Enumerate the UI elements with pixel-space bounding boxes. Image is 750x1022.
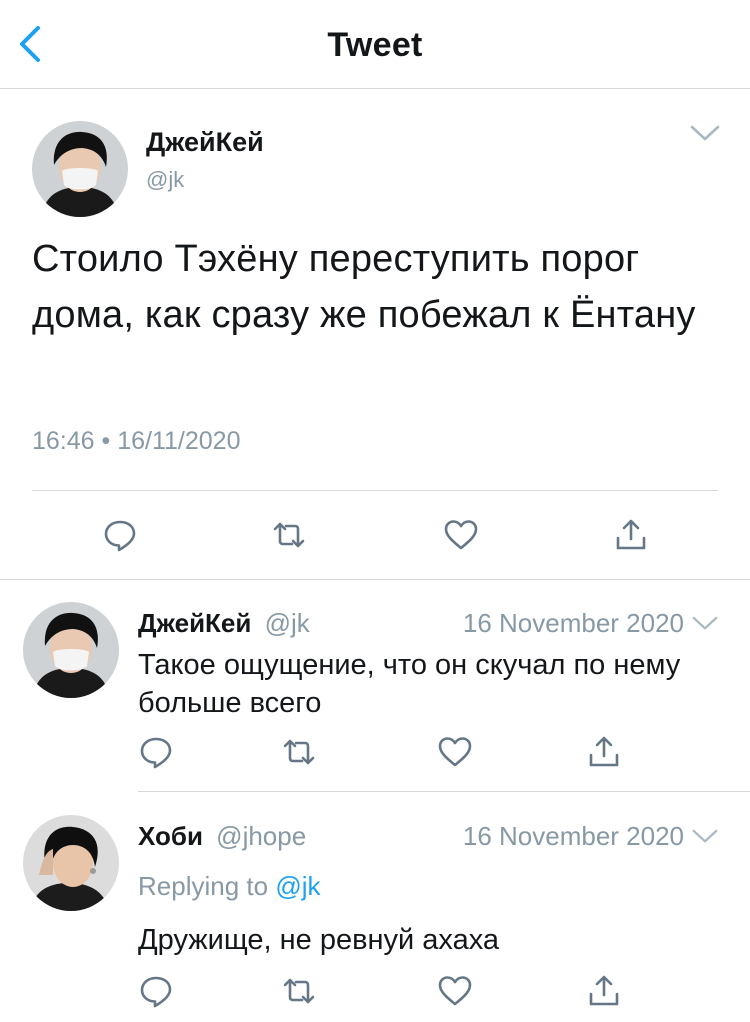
- reply-tweet[interactable]: ДжейКей @jk 16 November 2020 Такое ощуще…: [0, 580, 750, 792]
- reply-text: Такое ощущение, что он скучал по нему бо…: [138, 649, 681, 719]
- author-handle: @jhope: [216, 821, 307, 851]
- author-name[interactable]: Хоби: [138, 821, 203, 851]
- like-icon[interactable]: [443, 517, 479, 553]
- navigation-bar: Tweet: [0, 0, 750, 89]
- page-title: Tweet: [327, 26, 423, 64]
- divider: [138, 791, 750, 792]
- share-icon[interactable]: [586, 734, 622, 770]
- reply-icon[interactable]: [138, 734, 174, 770]
- divider: [32, 490, 718, 491]
- avatar[interactable]: [23, 602, 119, 698]
- author-name[interactable]: ДжейКей: [138, 608, 251, 638]
- author-handle: @jk: [146, 167, 185, 192]
- retweet-icon[interactable]: [281, 734, 317, 770]
- share-icon[interactable]: [613, 517, 649, 553]
- retweet-icon[interactable]: [281, 973, 317, 1009]
- reply-text: Дружище, не ревнуй ахаха: [138, 924, 500, 956]
- reply-date: 16 November 2020: [462, 608, 684, 638]
- chevron-down-icon[interactable]: [690, 611, 720, 637]
- chevron-down-icon[interactable]: [688, 119, 722, 149]
- reply-date: 16 November 2020: [462, 821, 684, 851]
- replying-to: Replying to @jk: [138, 871, 320, 902]
- reply-icon[interactable]: [102, 517, 138, 553]
- chevron-down-icon[interactable]: [690, 824, 720, 850]
- tweet-text: Стоило Тэхёну переступить порог дома, ка…: [32, 238, 696, 336]
- retweet-icon[interactable]: [271, 517, 307, 553]
- like-icon[interactable]: [437, 973, 473, 1009]
- replying-prefix: Replying to: [138, 871, 269, 901]
- reply-icon[interactable]: [138, 973, 174, 1009]
- avatar[interactable]: [32, 121, 128, 217]
- reply-tweet[interactable]: Хоби @jhope 16 November 2020 Replying to…: [0, 793, 750, 1022]
- main-tweet: ДжейКей @jk Стоило Тэхёну переступить по…: [0, 89, 750, 580]
- avatar[interactable]: [23, 815, 119, 911]
- tweet-actions: [0, 517, 750, 557]
- share-icon[interactable]: [586, 973, 622, 1009]
- author-name[interactable]: ДжейКей: [146, 127, 264, 158]
- tweet-timestamp: 16:46 • 16/11/2020: [32, 427, 241, 455]
- like-icon[interactable]: [437, 734, 473, 770]
- replying-to-link[interactable]: @jk: [275, 871, 320, 901]
- reply-header: Хоби @jhope: [138, 821, 306, 852]
- author-handle: @jk: [264, 608, 310, 638]
- reply-header: ДжейКей @jk: [138, 608, 310, 639]
